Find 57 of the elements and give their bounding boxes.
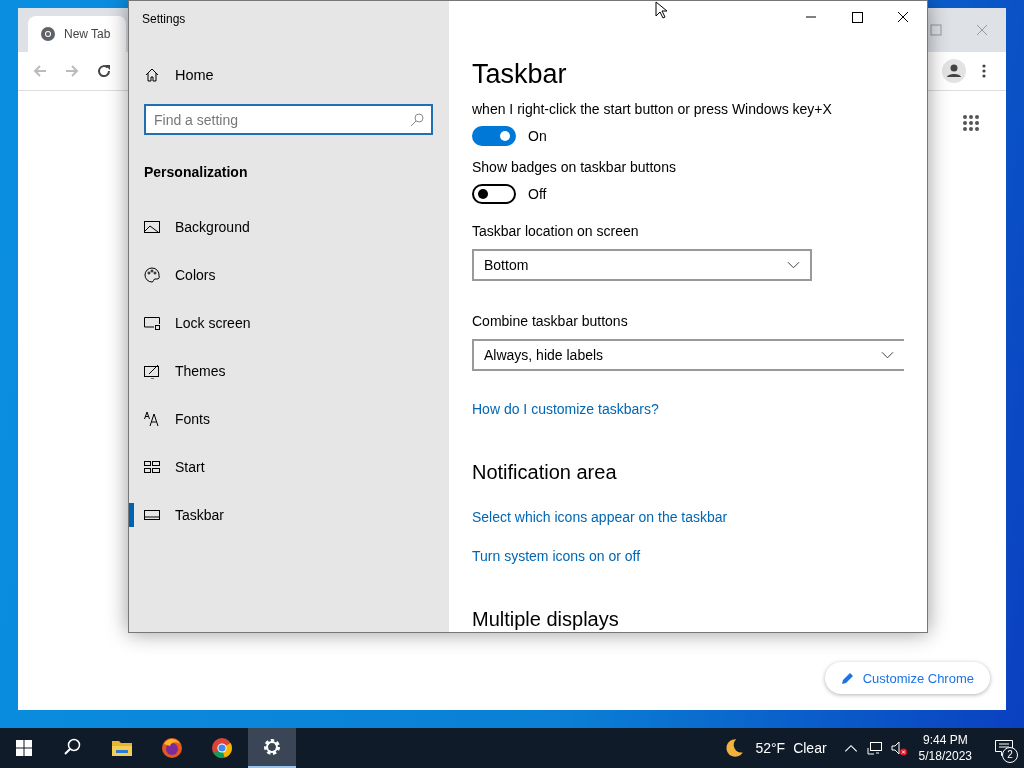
- setting-label: when I right-click the start button or press Windows key+X: [472, 100, 833, 119]
- font-size-icon: [144, 411, 160, 427]
- pencil-icon: [840, 671, 855, 685]
- weather-condition[interactable]: Clear: [793, 740, 827, 756]
- apps-grid-icon[interactable]: [962, 114, 980, 132]
- gear-icon[interactable]: [248, 728, 296, 768]
- toggle-state: On: [528, 128, 547, 144]
- search-icon: [410, 113, 424, 127]
- search-field[interactable]: Find a setting: [144, 104, 433, 135]
- picture-icon: [144, 219, 160, 235]
- sidebar-item[interactable]: Colors: [129, 251, 449, 299]
- menu-icon[interactable]: [982, 63, 986, 79]
- section-heading: Personalization: [143, 163, 249, 182]
- page-title: Taskbar: [472, 58, 568, 91]
- toggle-switch[interactable]: [472, 126, 516, 146]
- window-title: Settings: [141, 11, 187, 28]
- weather-temperature[interactable]: 52°F: [755, 740, 786, 756]
- sidebar-item[interactable]: Themes: [129, 347, 449, 395]
- home-nav-item[interactable]: Home: [129, 51, 449, 99]
- setting-label: Show badges on taskbar buttons: [472, 158, 677, 177]
- palette-icon: [144, 267, 160, 283]
- clock[interactable]: 9:44 PM 5/18/2023: [918, 732, 972, 764]
- network-monitor-icon[interactable]: [866, 740, 883, 756]
- monitor-pen-icon: [144, 363, 160, 379]
- sidebar-item[interactable]: Background: [129, 203, 449, 251]
- profile-avatar-icon[interactable]: [942, 59, 966, 83]
- chrome-logo-icon: [40, 26, 56, 42]
- help-link[interactable]: Turn system icons on or off: [472, 546, 641, 566]
- notification-icon[interactable]: [994, 738, 1014, 758]
- browser-tab[interactable]: New Tab: [28, 16, 126, 52]
- clock-date: 5/18/2023: [918, 748, 972, 764]
- clock-time: 9:44 PM: [922, 732, 968, 748]
- taskbar-icon: [144, 507, 160, 523]
- section-heading: Notification area: [472, 460, 618, 485]
- sidebar-item[interactable]: Fonts: [129, 395, 449, 443]
- reload-icon[interactable]: [96, 63, 112, 79]
- section-heading: Multiple displays: [472, 607, 620, 632]
- monitor-lock-icon: [144, 315, 160, 331]
- home-icon: [144, 67, 160, 83]
- help-link[interactable]: How do I customize taskbars?: [472, 399, 659, 419]
- tiles-icon: [144, 459, 160, 475]
- sidebar-item[interactable]: Start: [129, 443, 449, 491]
- chevron-down-icon: [787, 261, 800, 269]
- tab-title: New Tab: [64, 27, 111, 41]
- chevron-down-icon: [881, 351, 894, 359]
- sidebar-item[interactable]: Lock screen: [129, 299, 449, 347]
- notification-count-badge: 2: [1002, 747, 1018, 763]
- moon-icon: [723, 737, 746, 759]
- toggle-switch[interactable]: [472, 184, 516, 204]
- setting-label: Combine taskbar buttons: [472, 312, 629, 331]
- toggle-state: Off: [528, 186, 547, 202]
- muted-speaker-icon[interactable]: [890, 740, 907, 756]
- dropdown[interactable]: Always, hide labels: [472, 339, 904, 371]
- customize-chrome-button[interactable]: Customize Chrome: [824, 662, 990, 694]
- setting-label: Taskbar location on screen: [472, 222, 640, 241]
- dropdown[interactable]: Bottom: [472, 249, 812, 281]
- help-link[interactable]: Select which icons appear on the taskbar: [472, 507, 728, 527]
